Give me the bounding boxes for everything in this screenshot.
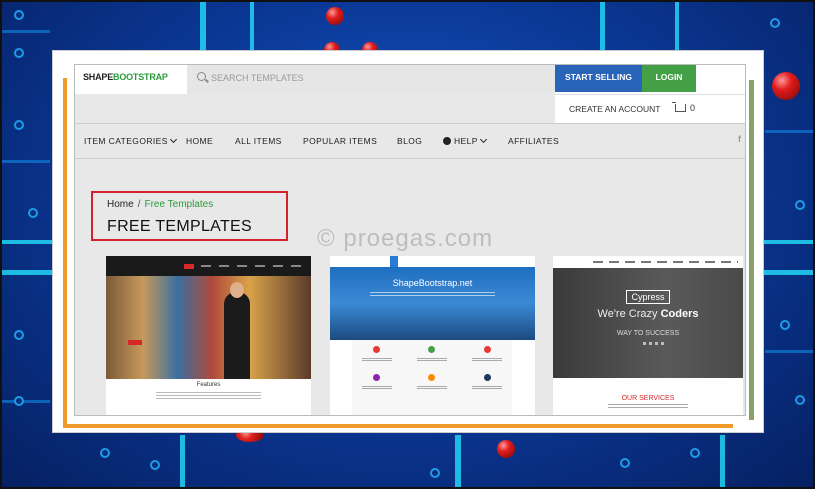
feature-dot-orange — [428, 374, 435, 381]
chevron-down-icon — [479, 135, 487, 144]
thumb-3-text-lines — [608, 404, 688, 410]
thumb-1-menu-active — [184, 264, 194, 269]
search-placeholder: SEARCH TEMPLATES — [211, 73, 304, 83]
feature-text — [362, 358, 392, 362]
thumb-3-hero — [553, 268, 743, 378]
breadcrumb-highlight: Home / Free Templates FREE TEMPLATES — [91, 191, 288, 241]
thumb-3-tagline: We're Crazy Coders — [553, 308, 743, 320]
chevron-down-icon — [169, 135, 177, 144]
create-account-link[interactable]: CREATE AN ACCOUNT — [569, 104, 660, 114]
orange-accent-bottom — [63, 424, 733, 428]
cart-icon[interactable] — [672, 102, 686, 112]
feature-dot-green — [428, 346, 435, 353]
start-selling-button[interactable]: START SELLING — [555, 65, 642, 92]
thumb-2-subtitle — [370, 292, 495, 298]
orange-accent-left — [63, 78, 67, 428]
facebook-icon[interactable]: f — [738, 134, 741, 144]
template-thumb-2[interactable]: ShapeBootstrap.net — [330, 256, 535, 415]
thumb-3-way: WAY TO SUCCESS — [616, 330, 680, 337]
nav-item-categories[interactable]: ITEM CATEGORIES — [84, 135, 177, 146]
page-title: FREE TEMPLATES — [107, 218, 252, 235]
search-icon — [197, 72, 206, 81]
nav-all-items[interactable]: ALL ITEMS — [235, 136, 282, 146]
template-thumb-1[interactable]: Features — [106, 256, 311, 415]
thumb-2-features — [352, 340, 512, 415]
thumb-1-hero-button — [128, 340, 142, 345]
feature-text — [417, 358, 447, 362]
thumb-1-hero — [106, 276, 311, 379]
green-accent-right — [749, 80, 754, 420]
nav-home[interactable]: HOME — [186, 136, 213, 146]
account-row: CREATE AN ACCOUNT 0 — [555, 94, 745, 123]
nav-blog[interactable]: BLOG — [397, 136, 422, 146]
thumb-3-tag-prefix: We're Crazy — [597, 308, 658, 320]
feature-text — [472, 386, 502, 390]
header-spacer — [75, 94, 555, 122]
breadcrumb-separator: / — [137, 199, 141, 210]
watermark: © proegas.com — [317, 225, 494, 252]
thumb-2-title: ShapeBootstrap.net — [392, 278, 473, 288]
search-input[interactable]: SEARCH TEMPLATES — [187, 65, 555, 94]
nav-item-categories-label: ITEM CATEGORIES — [84, 136, 168, 146]
nav-affiliates[interactable]: AFFILIATES — [508, 136, 559, 146]
template-thumb-3[interactable]: Cypress We're Crazy Coders WAY TO SUCCES… — [553, 256, 743, 415]
main-nav: ITEM CATEGORIES HOME ALL ITEMS POPULAR I… — [75, 123, 745, 159]
website-window: SHAPEBOOTSTRAP SEARCH TEMPLATES START SE… — [74, 64, 746, 416]
thumb-3-brand-text: Cypress — [626, 290, 670, 304]
nav-help-label: HELP — [454, 136, 478, 146]
cart-count: 0 — [690, 103, 696, 113]
feature-dot-navy — [484, 374, 491, 381]
feature-dot-purple — [373, 374, 380, 381]
thumb-3-pager — [643, 342, 667, 345]
thumb-1-text-lines — [156, 392, 261, 400]
breadcrumb-current[interactable]: Free Templates — [144, 199, 213, 210]
nav-help[interactable]: HELP — [443, 135, 487, 146]
nav-popular-items[interactable]: POPULAR ITEMS — [303, 136, 377, 146]
feature-dot-red — [373, 346, 380, 353]
logo-part-1: SHAPE — [83, 72, 114, 82]
logo-part-2: BOOTSTRAP — [113, 72, 168, 82]
login-button[interactable]: LOGIN — [642, 65, 696, 92]
help-icon — [443, 137, 451, 145]
thumb-1-face — [230, 282, 244, 298]
site-logo[interactable]: SHAPEBOOTSTRAP — [83, 72, 168, 82]
thumb-3-menu — [593, 261, 738, 263]
feature-dot-red — [484, 346, 491, 353]
feature-text — [362, 386, 392, 390]
feature-text — [417, 386, 447, 390]
thumb-3-brand: Cypress — [553, 290, 743, 304]
thumb-3-tag-bold: Coders — [660, 308, 699, 320]
thumb-1-person — [224, 292, 250, 379]
header-bar: SHAPEBOOTSTRAP SEARCH TEMPLATES START SE… — [75, 65, 745, 94]
thumb-1-features: Features — [196, 382, 221, 388]
feature-text — [472, 358, 502, 362]
breadcrumb-home[interactable]: Home — [107, 199, 134, 210]
thumb-3-services: OUR SERVICES — [621, 395, 675, 402]
breadcrumb: Home / Free Templates — [107, 199, 213, 210]
thumb-2-nav-active — [390, 256, 398, 267]
thumb-1-menu — [201, 265, 301, 267]
